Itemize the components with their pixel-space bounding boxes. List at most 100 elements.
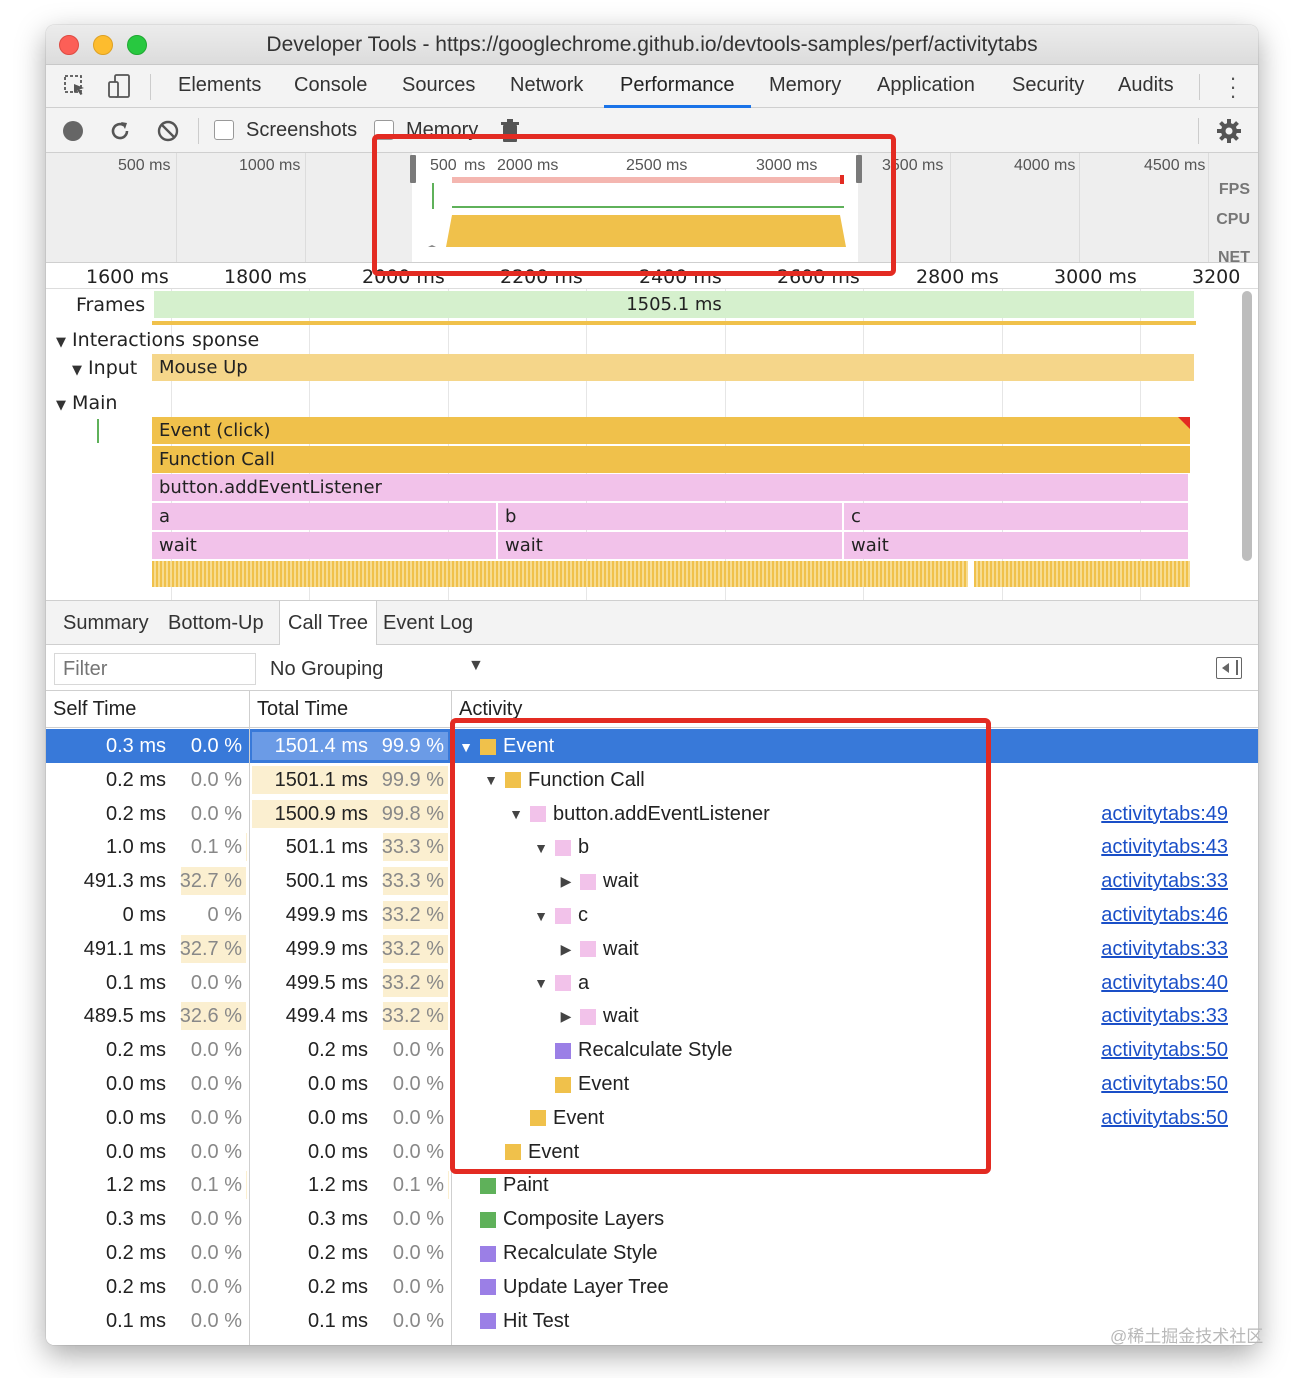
source-link[interactable]: activitytabs:50 [1101,1039,1228,1062]
activity-name: Recalculate Style [578,1039,733,1062]
tab-event-log[interactable]: Event Log [375,601,481,645]
capture-settings-button[interactable] [1214,116,1244,146]
collapse-arrow-icon[interactable]: ▼ [456,739,476,755]
function-call-bar[interactable]: Function Call [152,446,1190,473]
collect-garbage-button[interactable] [495,116,525,146]
mouse-up-bar[interactable]: Mouse Up [152,354,1194,381]
tab-console[interactable]: Console [294,65,367,108]
interactions-track-label[interactable]: ▼ Interactions [56,329,185,351]
toggle-sidebar-icon[interactable] [1216,657,1242,679]
function-c-bar[interactable]: c [844,503,1188,530]
filter-input[interactable] [54,653,256,685]
tab-divider [150,74,151,100]
tab-elements[interactable]: Elements [178,65,261,108]
table-row[interactable]: 489.5 ms 32.6 % 499.4 ms 33.2 % ▶ wait activit… [46,999,1258,1033]
collapse-arrow-icon[interactable]: ▼ [531,840,551,856]
source-link[interactable]: activitytabs:50 [1101,1073,1228,1096]
table-row[interactable]: 0.1 ms 0.0 % 0.1 ms 0.0 % Hit Test [46,1304,1258,1338]
trash-icon [501,119,519,142]
toolbar-divider [198,118,199,144]
inspect-element-icon[interactable] [60,72,90,100]
table-row[interactable]: 0.2 ms 0.0 % 0.2 ms 0.0 % Recalculate Style [46,1236,1258,1270]
tab-call-tree[interactable]: Call Tree [279,601,378,646]
tab-audits[interactable]: Audits [1118,65,1174,108]
overview-selection-window[interactable]: 500 ms 2000 ms 2500 ms 3000 ms [412,153,858,262]
wait-bar[interactable]: wait [152,532,496,559]
column-total-time[interactable]: Total Time [257,698,348,721]
input-label: Input [88,357,138,379]
table-row[interactable]: 0.0 ms 0.0 % 0.0 ms 0.0 % Event activitytabs:… [46,1067,1258,1101]
table-row[interactable]: 0.2 ms 0.0 % 0.2 ms 0.0 % Update Layer Tree [46,1270,1258,1304]
overview-left-handle[interactable] [410,155,416,183]
event-click-bar[interactable]: Event (click) [152,417,1190,444]
tab-sources[interactable]: Sources [402,65,475,108]
overview-right-handle[interactable] [856,155,862,183]
dropdown-arrow-icon[interactable]: ▼ [468,657,484,675]
collapse-arrow-icon[interactable]: ▼ [481,772,501,788]
screenshots-checkbox[interactable] [214,120,234,140]
column-activity[interactable]: Activity [459,698,522,721]
tab-bottom-up[interactable]: Bottom-Up [160,601,272,645]
tab-security[interactable]: Security [1012,65,1084,108]
column-self-time[interactable]: Self Time [53,698,136,721]
tab-memory[interactable]: Memory [769,65,841,108]
main-track-label[interactable]: ▼ Main [56,392,117,414]
total-time-percent: 0.0 % [392,1208,444,1231]
source-link[interactable]: activitytabs:40 [1101,972,1228,995]
source-link[interactable]: activitytabs:33 [1101,938,1228,961]
activity-name: Recalculate Style [503,1242,658,1264]
function-a-bar[interactable]: a [152,503,496,530]
source-link[interactable]: activitytabs:46 [1101,904,1228,927]
record-button[interactable] [58,116,88,146]
table-row[interactable]: 0 ms 0 % 499.9 ms 33.2 % ▼ c activitytabs:46 [46,898,1258,932]
table-row[interactable]: 0.0 ms 0.0 % 0.0 ms 0.0 % Event activitytabs:… [46,1101,1258,1135]
frame-bar[interactable]: 1505.1 ms [154,291,1194,318]
expand-arrow-icon[interactable]: ▶ [556,941,576,958]
table-row[interactable]: 0.1 ms 0.0 % 499.5 ms 33.2 % ▼ a activitytabs:… [46,966,1258,1000]
table-row[interactable]: 0.0 ms 0.0 % 0.0 ms 0.0 % Event [46,1135,1258,1169]
tab-network[interactable]: Network [510,65,583,108]
flame-chart[interactable]: 1600 ms 1800 ms 2000 ms 2200 ms 2400 ms … [46,263,1258,601]
function-b-bar[interactable]: b [498,503,842,530]
flame-scrollbar[interactable] [1242,291,1252,561]
wait-bar[interactable]: wait [498,532,842,559]
clear-button[interactable] [153,116,183,146]
expand-arrow-icon[interactable]: ▶ [556,1008,576,1025]
expand-arrow-icon[interactable]: ▶ [556,873,576,890]
tab-summary[interactable]: Summary [55,601,157,645]
collapse-arrow-icon[interactable]: ▼ [531,975,551,991]
add-event-listener-bar[interactable]: button.addEventListener [152,474,1188,501]
tab-performance[interactable]: Performance [604,65,751,108]
table-row[interactable]: 0.2 ms 0.0 % 1501.1 ms 99.9 % ▼ Function Call [46,763,1258,797]
table-row[interactable]: 0.3 ms 0.0 % 1501.4 ms 99.9 % ▼ Event [46,729,1258,763]
source-link[interactable]: activitytabs:49 [1101,803,1228,826]
source-link[interactable]: activitytabs:50 [1101,1107,1228,1130]
self-time-percent: 0.0 % [190,1275,242,1298]
overview-gridline [950,153,951,262]
source-link[interactable]: activitytabs:33 [1101,1005,1228,1028]
table-row[interactable]: 1.2 ms 0.1 % 1.2 ms 0.1 % Paint [46,1168,1258,1202]
total-time-value: 499.9 ms [285,904,368,926]
grouping-select[interactable]: No Grouping [270,658,383,681]
tab-application[interactable]: Application [877,65,975,108]
timeline-overview[interactable]: 500 ms 1000 ms 500 ms 2000 ms 2500 ms 30… [46,153,1258,263]
collapse-arrow-icon[interactable]: ▼ [531,908,551,924]
source-link[interactable]: activitytabs:43 [1101,836,1228,859]
memory-checkbox[interactable] [374,120,394,140]
device-toolbar-icon[interactable] [104,72,134,100]
main-label: Main [72,392,118,414]
more-options-icon[interactable]: · · · [1226,67,1240,107]
table-row[interactable]: 0.3 ms 0.0 % 0.3 ms 0.0 % Composite Layers [46,1202,1258,1236]
reload-record-button[interactable] [105,116,135,146]
input-track-label[interactable]: ▼ Input [72,357,137,379]
self-time-percent: 0.0 % [190,1242,242,1264]
table-row[interactable]: 491.1 ms 32.7 % 499.9 ms 33.2 % ▶ wait activit… [46,932,1258,966]
collapse-arrow-icon[interactable]: ▼ [506,806,526,822]
source-link[interactable]: activitytabs:33 [1101,870,1228,893]
table-row[interactable]: 0.2 ms 0.0 % 1500.9 ms 99.8 % ▼ button.addEve… [46,797,1258,831]
table-row[interactable]: 1.0 ms 0.1 % 501.1 ms 33.3 % ▼ b activitytabs:… [46,830,1258,864]
wait-bar[interactable]: wait [844,532,1188,559]
table-row[interactable]: 491.3 ms 32.7 % 500.1 ms 33.3 % ▶ wait activit… [46,864,1258,898]
self-time-value: 0.2 ms [105,1039,166,1062]
table-row[interactable]: 0.2 ms 0.0 % 0.2 ms 0.0 % Recalculate Style a… [46,1033,1258,1067]
